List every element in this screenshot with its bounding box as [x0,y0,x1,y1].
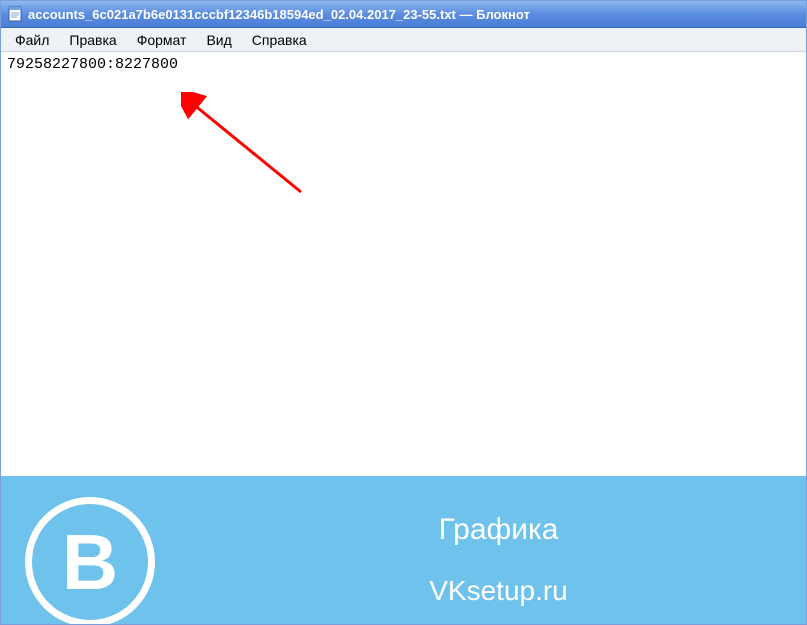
menu-view[interactable]: Вид [196,30,241,50]
menu-edit[interactable]: Правка [59,30,126,50]
banner-title: Графика [439,513,559,547]
window-title: accounts_6c021a7b6e0131cccbf12346b18594e… [28,7,530,22]
footer-banner: В Графика VKsetup.ru [1,476,806,624]
banner-text: Графика VKsetup.ru [215,513,782,607]
vk-logo-circle: В [25,497,155,624]
menu-help[interactable]: Справка [242,30,317,50]
menu-format[interactable]: Формат [127,30,197,50]
menu-file[interactable]: Файл [5,30,59,50]
banner-subtitle: VKsetup.ru [429,575,568,607]
editor-content: 79258227800:8227800 [7,56,178,73]
titlebar[interactable]: accounts_6c021a7b6e0131cccbf12346b18594e… [1,1,806,28]
vk-logo-letter: В [62,523,118,601]
menubar: Файл Правка Формат Вид Справка [1,28,806,52]
notepad-window: accounts_6c021a7b6e0131cccbf12346b18594e… [0,0,807,625]
notepad-icon [7,6,23,22]
text-editor[interactable]: 79258227800:8227800 [1,52,806,476]
annotation-arrow-icon [181,92,311,202]
